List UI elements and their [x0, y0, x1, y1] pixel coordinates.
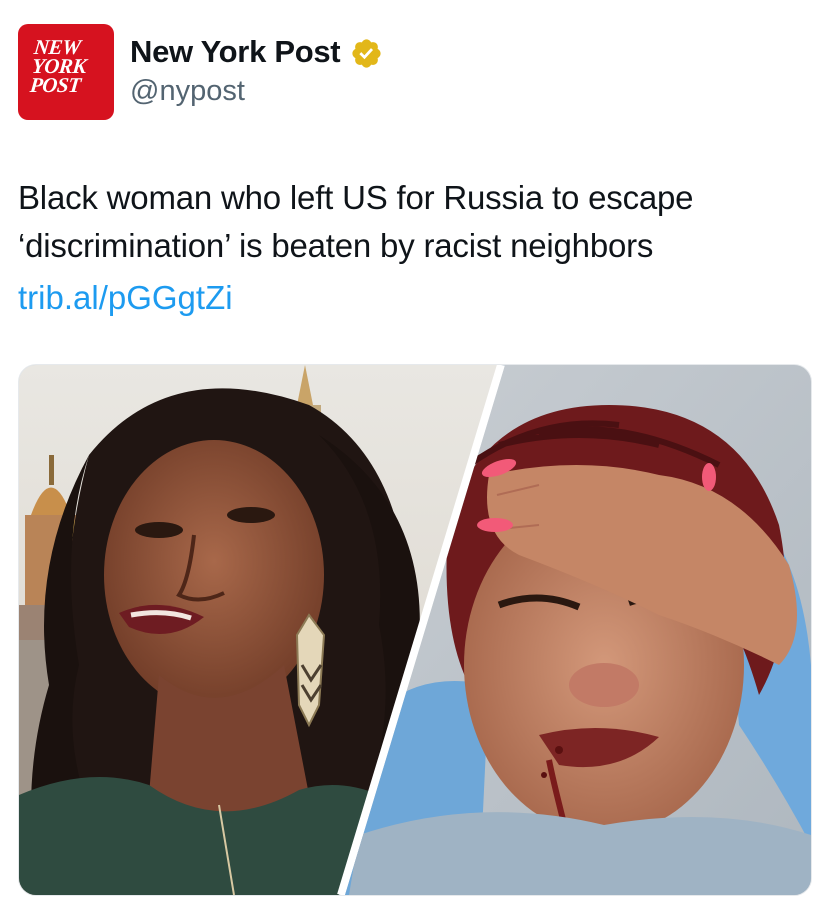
- author-name[interactable]: New York Post: [130, 34, 341, 70]
- author-handle[interactable]: @nypost: [130, 75, 245, 108]
- tweet-media[interactable]: [18, 364, 812, 896]
- tweet-text: Black woman who left US for Russia to es…: [18, 174, 808, 270]
- tweet-card: NEW YORK POST New York Post @nypost Blac…: [0, 0, 828, 920]
- tweet-text-line: Black woman who left US for Russia to es…: [18, 179, 694, 216]
- tweet-link[interactable]: trib.al/pGGgtZi: [18, 274, 233, 322]
- avatar[interactable]: NEW YORK POST: [18, 24, 114, 120]
- tweet-text-line: ‘discrimination’ is beaten by racist nei…: [18, 227, 654, 264]
- media-image: [19, 365, 811, 895]
- avatar-logo-text: NEW YORK POST: [28, 35, 88, 97]
- verified-badge-icon: [352, 39, 381, 68]
